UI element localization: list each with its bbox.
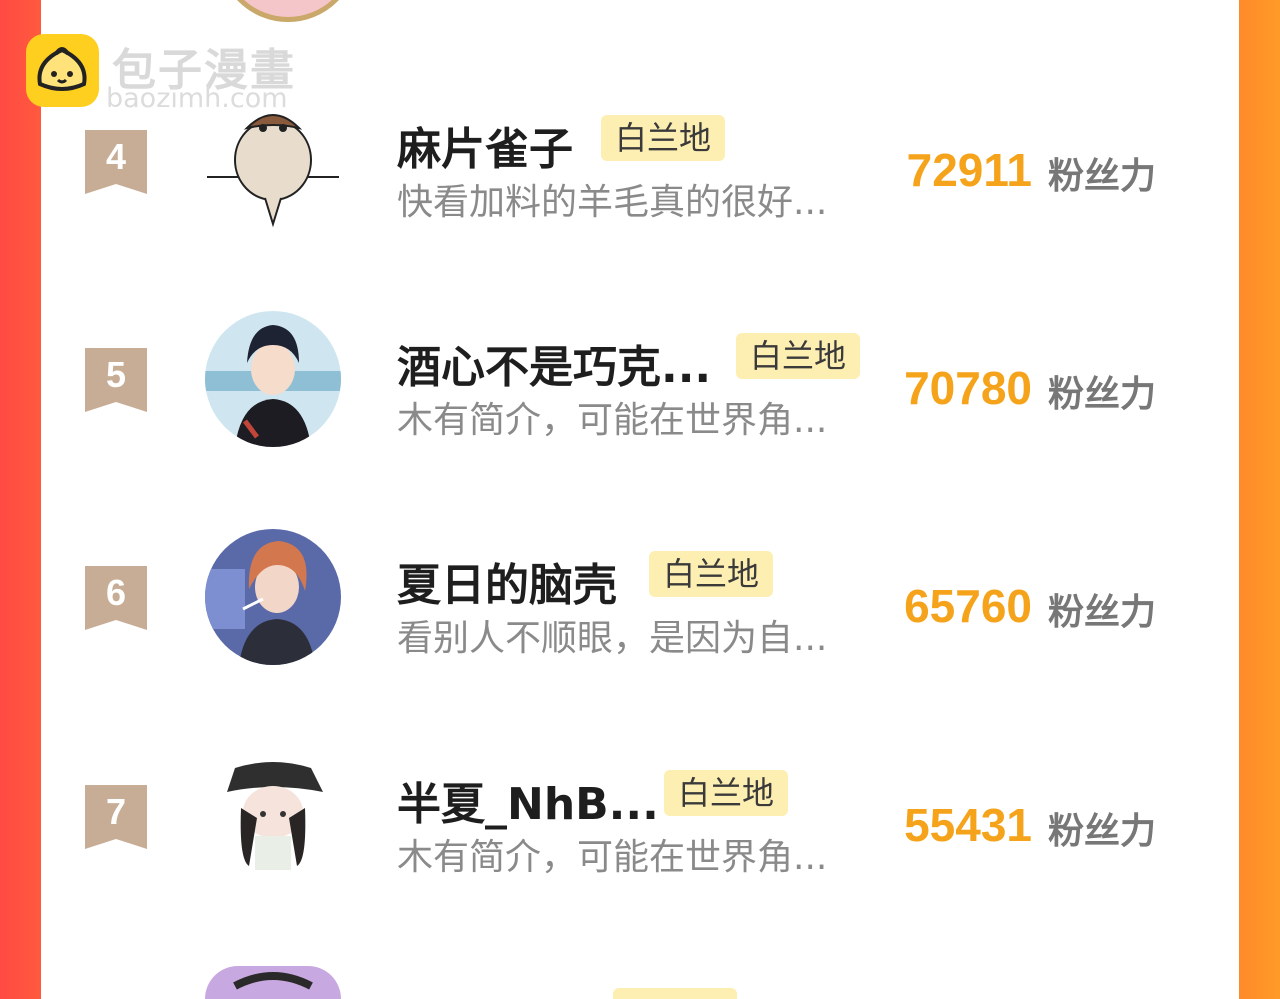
fans-count: 70780 [904, 362, 1032, 414]
user-name[interactable]: 夏日的脑壳 [397, 549, 617, 613]
list-item[interactable]: 4 麻片雀子 白兰地 快看加料的羊毛真的很好... 72911 粉丝力 [0, 100, 1280, 250]
user-description: 快看加料的羊毛真的很好... [397, 182, 828, 223]
fans-label: 粉丝力 [1048, 811, 1157, 852]
rank-badge: 6 [85, 566, 147, 630]
list-item[interactable]: 6 夏日的脑壳 白兰地 看别人不顺眼，是因为自... 65760 粉丝力 [0, 529, 1280, 686]
avatar[interactable] [205, 966, 341, 999]
level-tag: 白兰地 [601, 115, 726, 161]
list-item[interactable]: 5 酒心不是巧克... 白兰地 木有简介，可能在世界角... 70780 粉丝力 [0, 311, 1280, 468]
user-name[interactable]: 半夏_NhB... [397, 768, 659, 832]
fans-label: 粉丝力 [1048, 156, 1157, 197]
user-description: 木有简介，可能在世界角... [397, 837, 828, 878]
user-name[interactable]: 酒心不是巧克... [397, 331, 711, 395]
fans-label: 粉丝力 [1048, 374, 1157, 415]
list-item[interactable] [0, 966, 1280, 999]
rank-badge: 5 [85, 348, 147, 412]
level-tag: 白兰地 [649, 551, 774, 597]
level-tag [613, 988, 737, 999]
watermark-url: baozimh.com [106, 83, 288, 114]
fans-count: 72911 [906, 144, 1032, 196]
bun-logo-icon [26, 34, 99, 107]
user-name[interactable]: 麻片雀子 [397, 113, 573, 177]
list-item[interactable]: 7 半夏_NhB... 白兰地 木有简介，可能在世界角... 55431 粉丝力 [0, 748, 1280, 905]
avatar[interactable] [205, 529, 341, 665]
fans-count: 65760 [904, 580, 1032, 632]
avatar[interactable] [205, 102, 341, 238]
rank-badge: 7 [85, 785, 147, 849]
level-tag: 白兰地 [664, 770, 789, 816]
avatar[interactable] [205, 748, 341, 884]
level-tag: 白兰地 [736, 333, 861, 379]
user-description: 看别人不顺眼，是因为自... [397, 618, 828, 659]
avatar[interactable] [205, 311, 341, 447]
rank-badge: 4 [85, 130, 147, 194]
fans-count: 55431 [904, 799, 1032, 851]
user-description: 木有简介，可能在世界角... [397, 400, 828, 441]
fans-label: 粉丝力 [1048, 592, 1157, 633]
